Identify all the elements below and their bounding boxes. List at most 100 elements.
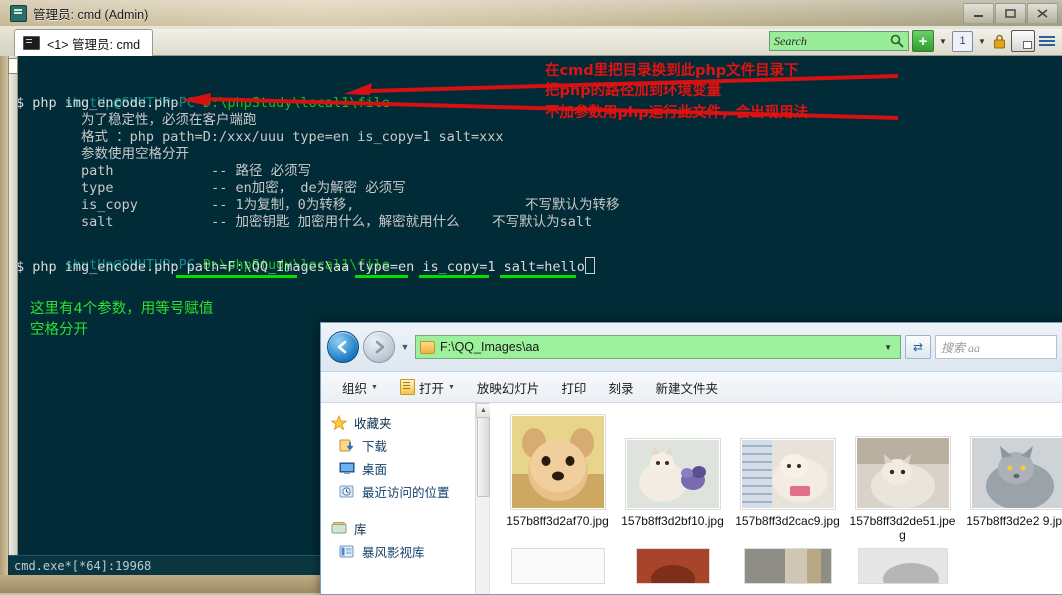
sidebar-item-libraries[interactable]: 库 bbox=[321, 517, 489, 540]
sidebar-label: 库 bbox=[354, 519, 367, 538]
file-item[interactable] bbox=[615, 548, 730, 584]
file-name: 157b8ff3d2de51.jpeg bbox=[849, 514, 957, 542]
console-scrollbar[interactable] bbox=[8, 56, 18, 555]
refresh-icon: ⇄ bbox=[913, 340, 923, 354]
library-icon bbox=[331, 521, 347, 536]
terminal-left-frame bbox=[0, 56, 8, 593]
explorer-toolbar: 组织 ▼ 打开 ▼ 放映幻灯片 打印 刻录 新建文件夹 bbox=[321, 372, 1062, 403]
file-name: 157b8ff3d2cac9.jpg bbox=[734, 514, 842, 528]
thumbnail-wrap bbox=[740, 415, 836, 510]
explorer-sidebar: 收藏夹 下载 桌面 最近访问的位置 bbox=[321, 403, 490, 595]
file-item[interactable]: 157b8ff3d2cac9.jpg bbox=[730, 415, 845, 542]
file-grid-row-2 bbox=[490, 542, 1062, 584]
terminal-titlebar: 管理员: cmd (Admin) bbox=[0, 0, 1062, 26]
toolbar-item-organize[interactable]: 组织 ▼ bbox=[331, 372, 389, 402]
refresh-button[interactable]: ⇄ bbox=[905, 335, 931, 359]
terminal-status-bar: cmd.exe*[*64]:19968 bbox=[8, 555, 320, 576]
param-underline-path bbox=[176, 275, 297, 278]
sidebar-item-recent-places[interactable]: 最近访问的位置 bbox=[321, 480, 489, 503]
console-line: path -- 路径 必须写 bbox=[16, 163, 311, 180]
file-item[interactable] bbox=[960, 548, 1062, 584]
window-controls bbox=[963, 3, 1058, 24]
back-arrow-icon bbox=[335, 340, 351, 354]
photo-thumbnail-cat-1 bbox=[625, 438, 721, 510]
file-name: 157b8ff3d2e2 9.jpg bbox=[964, 514, 1062, 528]
toolbar-item-slideshow[interactable]: 放映幻灯片 bbox=[466, 372, 551, 402]
console-list-dropdown-icon[interactable]: ▼ bbox=[976, 31, 988, 51]
forward-arrow-icon bbox=[371, 340, 387, 354]
back-button[interactable] bbox=[327, 331, 359, 363]
photo-thumbnail-partial-4 bbox=[858, 548, 948, 584]
toolbar-label: 放映幻灯片 bbox=[477, 378, 540, 397]
photo-thumbnail-cat-3 bbox=[855, 436, 951, 510]
toolbar-item-open[interactable]: 打开 ▼ bbox=[389, 372, 466, 402]
photo-thumbnail-dog bbox=[510, 414, 606, 510]
toolbar-item-burn[interactable]: 刻录 bbox=[597, 372, 644, 402]
minimize-button[interactable] bbox=[963, 3, 994, 24]
file-item[interactable] bbox=[845, 548, 960, 584]
thumbnail-wrap bbox=[510, 415, 606, 510]
console-line: type -- en加密， de为解密 必须写 bbox=[16, 180, 406, 197]
search-icon bbox=[890, 34, 904, 52]
open-icon bbox=[400, 379, 415, 395]
file-item[interactable]: 157b8ff3d2af70.jpg bbox=[500, 415, 615, 542]
photo-thumbnail-cat-2 bbox=[740, 438, 836, 510]
window-layout-icon[interactable] bbox=[1011, 30, 1035, 52]
console-line: $ php img_encode.php bbox=[16, 95, 179, 112]
recent-locations-caret-icon[interactable]: ▼ bbox=[399, 342, 411, 352]
new-console-button[interactable]: + bbox=[912, 30, 934, 52]
param-underline-iscopy bbox=[419, 275, 489, 278]
console-line: 参数使用空格分开 bbox=[16, 146, 189, 163]
sidebar-item-downloads[interactable]: 下载 bbox=[321, 434, 489, 457]
scroll-up-icon[interactable]: ▲ bbox=[476, 403, 491, 418]
new-console-dropdown-icon[interactable]: ▼ bbox=[937, 31, 949, 51]
sidebar-item-desktop[interactable]: 桌面 bbox=[321, 457, 489, 480]
console-line: is_copy -- 1为复制，0为转移, 不写默认为转移 bbox=[16, 197, 620, 214]
sidebar-divider bbox=[321, 503, 489, 517]
file-item[interactable]: 157b8ff3d2e2 9.jpg bbox=[960, 415, 1062, 542]
file-grid-row-1: 157b8ff3d2af70.jpg bbox=[490, 403, 1062, 542]
explorer-search-input[interactable]: 搜索 aa bbox=[935, 335, 1057, 359]
download-icon bbox=[339, 438, 355, 453]
file-item[interactable] bbox=[730, 548, 845, 584]
sidebar-item-baofeng-video-library[interactable]: 暴风影视库 bbox=[321, 540, 489, 563]
param-underline-salt bbox=[500, 275, 576, 278]
video-library-icon bbox=[339, 544, 355, 559]
console-line: 格式 ：php path=D:/xxx/uuu type=en is_copy=… bbox=[16, 129, 504, 146]
thumbnail-wrap bbox=[855, 415, 951, 510]
close-button[interactable] bbox=[1027, 3, 1058, 24]
file-item[interactable]: 157b8ff3d2bf10.jpg bbox=[615, 415, 730, 542]
recent-icon bbox=[339, 484, 355, 499]
chevron-down-icon: ▼ bbox=[448, 384, 455, 391]
hamburger-menu-icon[interactable] bbox=[1038, 31, 1056, 51]
terminal-search-input[interactable]: Search bbox=[769, 31, 909, 51]
forward-button[interactable] bbox=[363, 331, 395, 363]
file-item[interactable] bbox=[500, 548, 615, 584]
toolbar-item-print[interactable]: 打印 bbox=[550, 372, 597, 402]
sidebar-scrollbar-thumb[interactable] bbox=[477, 417, 490, 497]
terminal-app-icon bbox=[10, 5, 27, 22]
console-line: salt -- 加密钥匙 加密用什么，解密就用什么 不写默认为salt bbox=[16, 214, 592, 231]
explorer-body: 收藏夹 下载 桌面 最近访问的位置 bbox=[321, 403, 1062, 595]
maximize-button[interactable] bbox=[995, 3, 1026, 24]
explorer-navigation-bar: ▼ F:\QQ_Images\aa ▼ ⇄ 搜索 aa bbox=[321, 323, 1062, 372]
file-item[interactable]: 157b8ff3d2de51.jpeg bbox=[845, 415, 960, 542]
toolbar-item-new-folder[interactable]: 新建文件夹 bbox=[644, 372, 729, 402]
lock-icon[interactable] bbox=[991, 32, 1008, 51]
toolbar-label: 组织 bbox=[342, 378, 367, 397]
active-console-button[interactable]: 1 bbox=[952, 31, 973, 52]
toolbar-label: 新建文件夹 bbox=[655, 378, 718, 397]
terminal-toolbar: Search + ▼ 1 ▼ bbox=[769, 28, 1062, 54]
sidebar-item-favorites[interactable]: 收藏夹 bbox=[321, 411, 489, 434]
address-dropdown-icon[interactable]: ▼ bbox=[884, 343, 896, 352]
sidebar-scrollbar[interactable]: ▲ bbox=[475, 403, 489, 595]
thumbnail-wrap bbox=[625, 415, 721, 510]
terminal-tab-cmd[interactable]: <1> 管理员: cmd bbox=[14, 29, 153, 56]
param-underline-type bbox=[355, 275, 408, 278]
sidebar-label: 下载 bbox=[362, 436, 387, 455]
console-scrollbar-thumb[interactable] bbox=[8, 58, 18, 74]
toolbar-label: 刻录 bbox=[608, 378, 633, 397]
explorer-file-list[interactable]: 157b8ff3d2af70.jpg bbox=[490, 403, 1062, 595]
text-cursor bbox=[585, 257, 595, 274]
address-bar[interactable]: F:\QQ_Images\aa ▼ bbox=[415, 335, 901, 359]
